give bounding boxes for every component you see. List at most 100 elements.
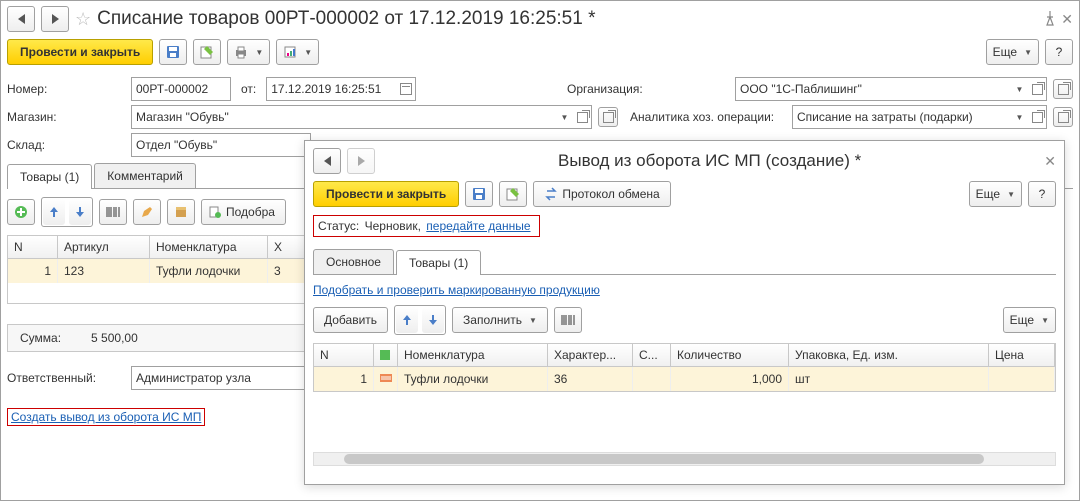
open-ref-button[interactable]: [1053, 107, 1073, 127]
analytics-field[interactable]: Списание на затраты (подарки) ▼: [792, 105, 1047, 129]
help-button[interactable]: ?: [1028, 181, 1056, 207]
date-label: от:: [241, 82, 256, 96]
printer-icon: [234, 45, 248, 59]
sum-label: Сумма:: [20, 331, 61, 345]
open-icon[interactable]: [573, 106, 591, 128]
arrow-down-icon: [428, 314, 438, 326]
org-field[interactable]: ООО "1С-Паблишинг" ▼: [735, 77, 1047, 101]
horizontal-scrollbar[interactable]: [313, 452, 1056, 466]
col-price: Цена: [989, 344, 1055, 366]
arrow-right-icon: [358, 156, 365, 166]
open-icon[interactable]: [1028, 78, 1046, 100]
arrow-left-icon: [324, 156, 331, 166]
reports-button[interactable]: ▼: [276, 39, 319, 65]
calendar-icon[interactable]: [397, 78, 415, 100]
move-down-button[interactable]: [69, 199, 91, 225]
col-s: С...: [633, 344, 671, 366]
status-value: Черновик,: [365, 219, 421, 233]
open-ref-icon: [603, 112, 614, 123]
mark-icon: [380, 348, 390, 362]
post-and-close-button[interactable]: Провести и закрыть: [7, 39, 153, 65]
barcode-icon: [561, 313, 575, 327]
edit-button[interactable]: [133, 199, 161, 225]
pick-button[interactable]: Подобра: [201, 199, 286, 225]
warehouse-label: Склад:: [7, 138, 125, 152]
save-button[interactable]: [465, 181, 493, 207]
post-icon: [200, 45, 214, 59]
more-button[interactable]: Еще▼: [986, 39, 1039, 65]
mark-status-icon: [380, 372, 392, 384]
status-action-link[interactable]: передайте данные: [426, 219, 530, 233]
nav-forward-button[interactable]: [41, 6, 69, 32]
fill-button[interactable]: Заполнить▼: [452, 307, 548, 333]
barcode-button[interactable]: [554, 307, 582, 333]
table-row[interactable]: 1 Туфли лодочки 36 1,000 шт: [314, 367, 1055, 391]
dropdown-icon[interactable]: ▼: [555, 106, 573, 128]
resp-label: Ответственный:: [7, 371, 125, 385]
move-up-button[interactable]: [396, 307, 418, 333]
arrow-up-icon: [49, 206, 59, 218]
col-nom: Номенклатура: [150, 236, 268, 258]
barcode-icon: [106, 205, 120, 219]
nav-back-button[interactable]: [7, 6, 35, 32]
open-ref-icon: [1058, 84, 1069, 95]
save-button[interactable]: [159, 39, 187, 65]
tab-goods[interactable]: Товары (1): [396, 250, 481, 275]
table-row[interactable]: 1 123 Туфли лодочки 3: [8, 259, 306, 283]
protocol-button[interactable]: Протокол обмена: [533, 181, 670, 207]
scrollbar-thumb[interactable]: [344, 454, 984, 464]
move-up-button[interactable]: [43, 199, 65, 225]
pick-marked-link[interactable]: Подобрать и проверить маркированную прод…: [313, 283, 600, 297]
col-qty: Количество: [671, 344, 789, 366]
nav-back-button[interactable]: [313, 148, 341, 174]
shop-label: Магазин:: [7, 110, 125, 124]
barcode-button[interactable]: [99, 199, 127, 225]
col-nom: Номенклатура: [398, 344, 548, 366]
post-button[interactable]: [193, 39, 221, 65]
open-ref-button[interactable]: [598, 107, 618, 127]
date-field[interactable]: 17.12.2019 16:25:51: [266, 77, 416, 101]
add-button[interactable]: Добавить: [313, 307, 388, 333]
stock-button[interactable]: [167, 199, 195, 225]
arrow-right-icon: [52, 14, 59, 24]
arrow-up-icon: [402, 314, 412, 326]
dropdown-icon[interactable]: ▼: [1010, 78, 1028, 100]
status-label: Статус:: [318, 219, 359, 233]
more-button[interactable]: Еще▼: [969, 181, 1022, 207]
open-ref-button[interactable]: [1053, 79, 1073, 99]
nav-forward-button[interactable]: [347, 148, 375, 174]
dropdown-icon[interactable]: ▼: [1010, 106, 1028, 128]
col-char: Характер...: [548, 344, 633, 366]
shop-field[interactable]: Магазин "Обувь" ▼: [131, 105, 592, 129]
col-mark: [374, 344, 398, 366]
floppy-disk-icon: [472, 187, 486, 201]
close-icon[interactable]: ✕: [1061, 11, 1073, 28]
sum-value: 5 500,00: [91, 331, 138, 345]
warehouse-field[interactable]: Отдел "Обувь": [131, 133, 311, 157]
arrow-left-icon: [18, 14, 25, 24]
pin-icon[interactable]: [1045, 11, 1055, 27]
arrow-down-icon: [75, 206, 85, 218]
open-icon[interactable]: [1028, 106, 1046, 128]
post-button[interactable]: [499, 181, 527, 207]
tab-comment[interactable]: Комментарий: [94, 163, 196, 188]
window-title: Списание товаров 00РТ-000002 от 17.12.20…: [97, 8, 1039, 30]
post-icon: [506, 187, 520, 201]
tab-goods[interactable]: Товары (1): [7, 164, 92, 189]
resp-field[interactable]: Администратор узла: [131, 366, 311, 390]
help-button[interactable]: ?: [1045, 39, 1073, 65]
move-down-button[interactable]: [422, 307, 444, 333]
exchange-icon: [544, 187, 558, 201]
create-withdraw-link[interactable]: Создать вывод из оборота ИС МП: [11, 410, 201, 424]
print-button[interactable]: ▼: [227, 39, 270, 65]
pick-icon: [208, 205, 222, 219]
add-row-button[interactable]: [7, 199, 35, 225]
report-icon: [283, 45, 297, 59]
number-field[interactable]: 00РТ-000002: [131, 77, 231, 101]
col-art: Артикул: [58, 236, 150, 258]
close-icon[interactable]: ✕: [1044, 153, 1056, 170]
favorite-star-icon[interactable]: ☆: [75, 9, 91, 30]
tab-main[interactable]: Основное: [313, 249, 394, 274]
post-and-close-button[interactable]: Провести и закрыть: [313, 181, 459, 207]
more-button[interactable]: Еще▼: [1003, 307, 1056, 333]
